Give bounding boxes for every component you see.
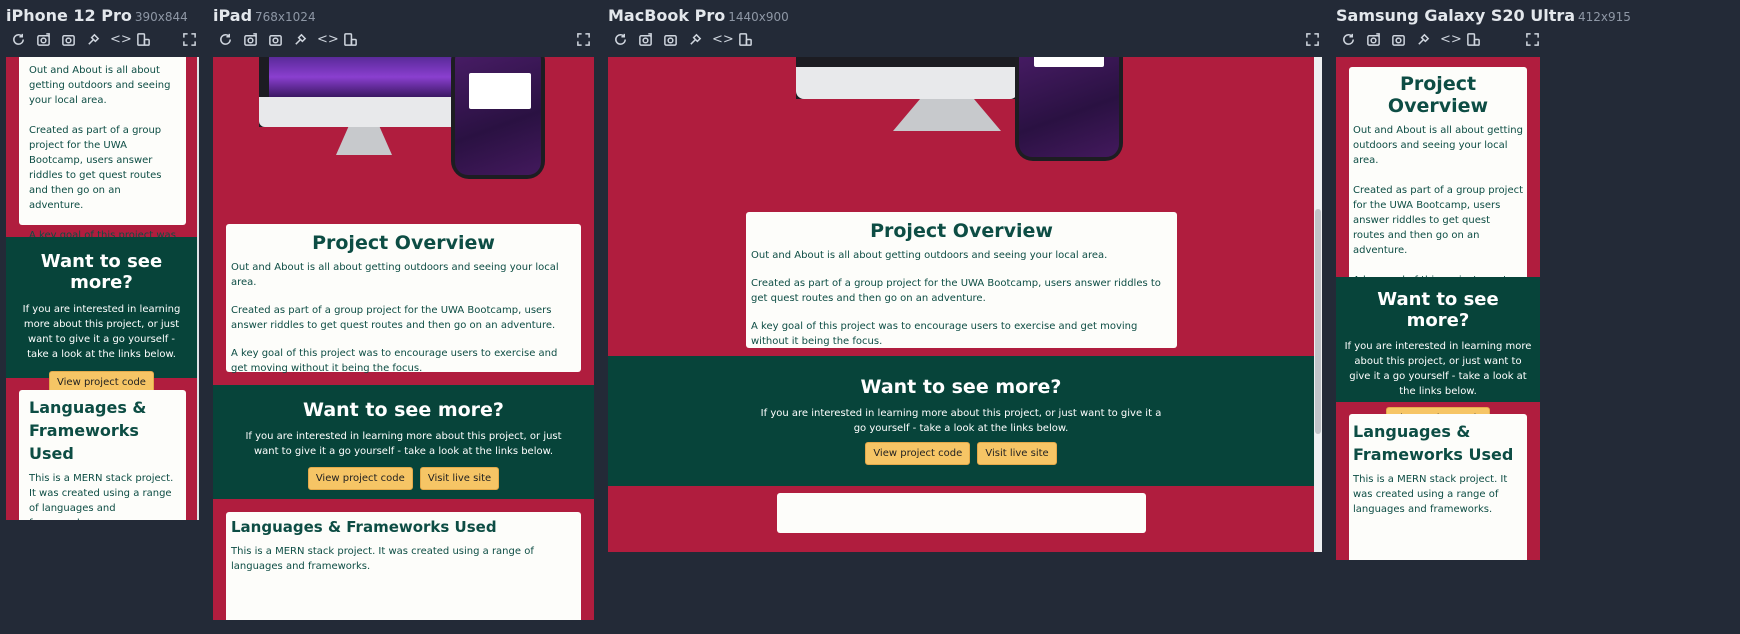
overview-paragraph-1: Out and About is all about getting outdo… <box>1353 125 1523 166</box>
see-more-section: Want to see more? If you are interested … <box>1336 277 1540 454</box>
overview-title: Project Overview <box>1387 73 1489 117</box>
languages-card-top <box>777 493 1146 533</box>
code-icon[interactable]: <> <box>712 32 734 48</box>
fullscreen-icon[interactable] <box>1524 32 1540 48</box>
overview-card: Project Overview Out and About is all ab… <box>746 212 1177 348</box>
see-more-text: If you are interested in learning more a… <box>245 431 562 457</box>
languages-card: Languages & Frameworks Used This is a ME… <box>1349 414 1527 560</box>
camera-icon[interactable] <box>1390 32 1406 48</box>
code-icon[interactable]: <> <box>1440 32 1462 48</box>
overview-title: Project Overview <box>870 220 1053 242</box>
fullscreen-icon[interactable] <box>1304 32 1320 48</box>
tools-icon[interactable] <box>85 32 101 48</box>
screenshot-icon[interactable] <box>242 32 258 48</box>
screenshot-icon[interactable] <box>1365 32 1381 48</box>
monitor-mockup <box>259 57 469 127</box>
overview-paragraph-2: Created as part of a group project for t… <box>231 305 556 331</box>
see-more-title: Want to see more? <box>1377 289 1499 331</box>
languages-card: Languages & Frameworks Used This is a ME… <box>19 390 186 520</box>
monitor-mockup <box>796 57 1018 99</box>
refresh-icon[interactable] <box>10 32 26 48</box>
phone-mockup <box>451 57 545 179</box>
refresh-icon[interactable] <box>217 32 233 48</box>
languages-title: Languages & Frameworks Used <box>29 398 147 463</box>
device-viewport[interactable]: Project Overview Out and About is all ab… <box>1336 57 1540 560</box>
device-toolbar: <> <box>608 32 1322 50</box>
see-more-text: If you are interested in learning more a… <box>760 408 1162 434</box>
device-title: iPad 768x1024 <box>213 6 316 25</box>
device-dimensions: 412x915 <box>1578 10 1631 24</box>
device-name: MacBook Pro <box>608 6 726 25</box>
see-more-title: Want to see more? <box>303 399 504 421</box>
refresh-icon[interactable] <box>612 32 628 48</box>
device-viewport[interactable]: Out and About is all about getting outdo… <box>6 57 199 520</box>
code-icon[interactable]: <> <box>317 32 339 48</box>
rotate-icon[interactable] <box>737 32 753 48</box>
overview-paragraph-2: Created as part of a group project for t… <box>29 125 162 211</box>
rotate-icon[interactable] <box>1465 32 1481 48</box>
scrollbar[interactable] <box>1314 57 1322 552</box>
rotate-icon[interactable] <box>135 32 151 48</box>
rotate-icon[interactable] <box>342 32 358 48</box>
camera-icon[interactable] <box>267 32 283 48</box>
overview-paragraph-3: A key goal of this project was to encour… <box>751 321 1138 347</box>
overview-paragraph-1: Out and About is all about getting outdo… <box>231 262 559 288</box>
view-project-code-button[interactable]: View project code <box>307 467 413 490</box>
fullscreen-icon[interactable] <box>575 32 591 48</box>
device-title: Samsung Galaxy S20 Ultra 412x915 <box>1336 6 1631 25</box>
screenshot-icon[interactable] <box>637 32 653 48</box>
see-more-section: Want to see more? If you are interested … <box>608 356 1314 486</box>
overview-paragraph-2: Created as part of a group project for t… <box>751 278 1161 304</box>
tools-icon[interactable] <box>1415 32 1431 48</box>
device-name: Samsung Galaxy S20 Ultra <box>1336 6 1576 25</box>
camera-icon[interactable] <box>662 32 678 48</box>
device-title: MacBook Pro 1440x900 <box>608 6 789 25</box>
fullscreen-icon[interactable] <box>181 32 197 48</box>
device-name: iPhone 12 Pro <box>6 6 132 25</box>
device-viewport[interactable]: Project Overview Out and About is all ab… <box>213 57 594 620</box>
see-more-title: Want to see more? <box>860 376 1062 398</box>
visit-live-site-button[interactable]: Visit live site <box>977 442 1057 465</box>
device-toolbar: <> <box>6 32 199 50</box>
device-toolbar: <> <box>213 32 658 50</box>
overview-card: Project Overview Out and About is all ab… <box>1349 67 1527 331</box>
code-icon[interactable]: <> <box>110 32 132 48</box>
see-more-text: If you are interested in learning more a… <box>22 304 181 360</box>
device-name: iPad <box>213 6 253 25</box>
view-project-code-button[interactable]: View project code <box>865 442 971 465</box>
languages-text: This is a MERN stack project. It was cre… <box>1353 474 1508 515</box>
overview-paragraph-1: Out and About is all about getting outdo… <box>29 65 171 106</box>
languages-text: This is a MERN stack project. It was cre… <box>231 546 534 572</box>
see-more-title: Want to see more? <box>40 251 163 293</box>
device-toolbar: <> <box>1336 32 1542 50</box>
camera-icon[interactable] <box>60 32 76 48</box>
overview-paragraph-1: Out and About is all about getting outdo… <box>751 250 1108 261</box>
tools-icon[interactable] <box>687 32 703 48</box>
see-more-section: Want to see more? If you are interested … <box>6 237 197 418</box>
device-title: iPhone 12 Pro 390x844 <box>6 6 188 25</box>
overview-card: Out and About is all about getting outdo… <box>19 57 186 286</box>
tools-icon[interactable] <box>292 32 308 48</box>
see-more-section: Want to see more? If you are interested … <box>213 385 594 499</box>
screenshot-icon[interactable] <box>35 32 51 48</box>
see-more-text: If you are interested in learning more a… <box>1344 341 1532 397</box>
overview-paragraph-2: Created as part of a group project for t… <box>1353 185 1524 256</box>
refresh-icon[interactable] <box>1340 32 1356 48</box>
languages-title: Languages & Frameworks Used <box>1353 422 1514 464</box>
overview-title: Project Overview <box>312 232 495 254</box>
visit-live-site-button[interactable]: Visit live site <box>419 467 500 490</box>
device-dimensions: 390x844 <box>134 10 188 24</box>
overview-card: Project Overview Out and About is all ab… <box>226 224 581 374</box>
device-dimensions: 768x1024 <box>255 10 316 24</box>
overview-paragraph-3: A key goal of this project was to encour… <box>231 348 558 374</box>
device-viewport[interactable]: Project Overview Out and About is all ab… <box>608 57 1322 552</box>
languages-text: This is a MERN stack project. It was cre… <box>29 473 174 520</box>
languages-card: Languages & Frameworks Used This is a ME… <box>226 512 581 620</box>
languages-title: Languages & Frameworks Used <box>231 518 497 536</box>
device-dimensions: 1440x900 <box>728 10 789 24</box>
phone-mockup <box>1015 57 1123 161</box>
